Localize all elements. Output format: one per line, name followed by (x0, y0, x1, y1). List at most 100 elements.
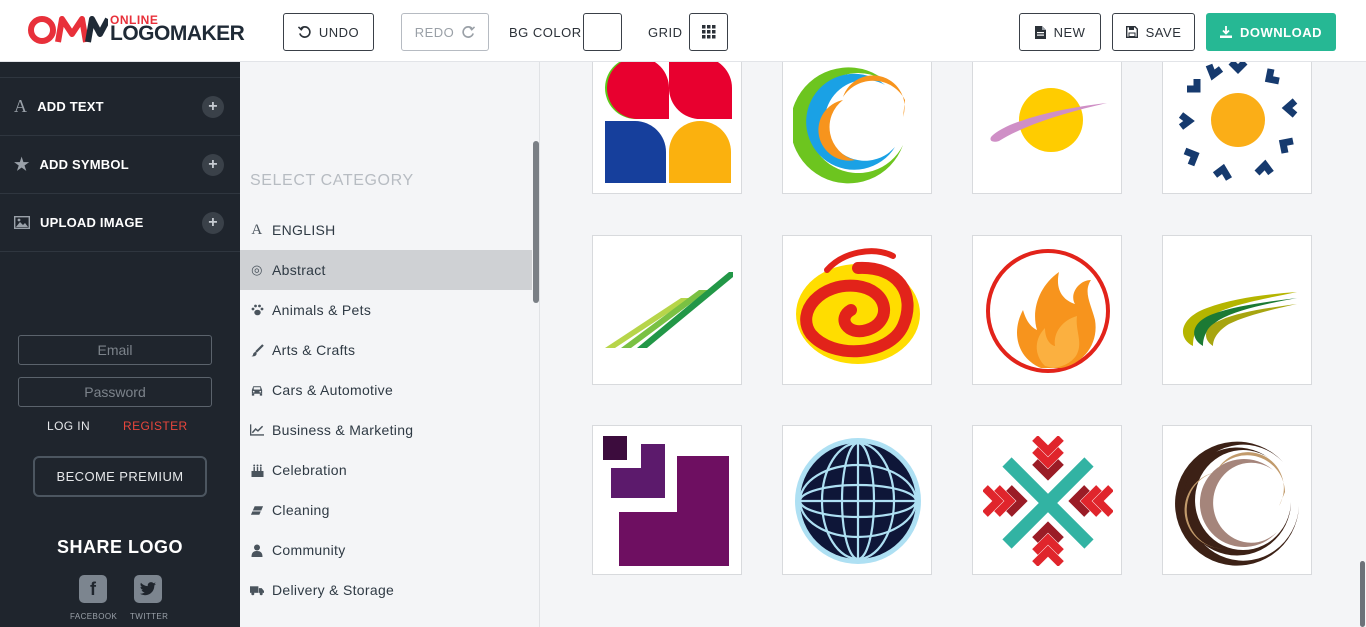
font-icon: A (14, 96, 28, 116)
target-icon: ◎ (251, 262, 263, 277)
upload-image-item[interactable]: UPLOAD IMAGE + (0, 193, 240, 251)
redo-icon (462, 25, 476, 38)
share-logo-title: SHARE LOGO (56, 537, 183, 557)
save-button[interactable]: SAVE (1112, 13, 1195, 51)
add-symbol-label: ADD SYMBOL (39, 157, 129, 172)
category-item-celebration[interactable]: Celebration (240, 450, 532, 490)
symbol-tile[interactable] (1162, 62, 1312, 194)
chevron-cross-symbol-icon (983, 436, 1113, 566)
grid-toggle-button[interactable] (689, 13, 728, 51)
add-text-label: ADD TEXT (37, 99, 104, 114)
font-icon: A (251, 221, 263, 238)
category-item-business-marketing[interactable]: Business & Marketing (240, 410, 532, 450)
file-icon (1034, 25, 1046, 39)
divider (0, 251, 240, 252)
gallery-scrollbar[interactable] (1360, 561, 1365, 627)
flame-circle-symbol-icon (986, 249, 1110, 373)
category-item-cleaning[interactable]: Cleaning (240, 490, 532, 530)
brand-logo[interactable]: ONLINE LOGOMAKER (28, 12, 245, 48)
truck-icon (250, 585, 264, 596)
grid-icon (701, 25, 715, 39)
add-text-item[interactable]: A ADD TEXT + (0, 77, 240, 135)
category-label: Arts & Crafts (272, 342, 356, 358)
symbol-tile[interactable] (1162, 235, 1312, 385)
symbol-tile[interactable] (592, 62, 742, 194)
symbol-tile[interactable] (972, 425, 1122, 575)
add-symbol-item[interactable]: ★ ADD SYMBOL + (0, 135, 240, 193)
undo-label: UNDO (318, 24, 360, 40)
download-label: DOWNLOAD (1240, 24, 1322, 40)
download-icon (1220, 26, 1232, 38)
facebook-button[interactable]: f (79, 575, 107, 603)
category-label: Business & Marketing (272, 422, 414, 438)
save-label: SAVE (1145, 24, 1182, 40)
symbol-tile[interactable] (972, 62, 1122, 194)
category-item-arts-crafts[interactable]: Arts & Crafts (240, 330, 532, 370)
category-item-abstract[interactable]: ◎ Abstract (240, 250, 532, 290)
category-scrollbar[interactable] (533, 141, 539, 303)
swoosh-lines-symbol-icon (1182, 292, 1297, 346)
download-button[interactable]: DOWNLOAD (1206, 13, 1336, 51)
category-label: Abstract (272, 262, 326, 278)
symbol-tile[interactable] (782, 62, 932, 194)
login-link[interactable]: LOG IN (47, 419, 90, 433)
category-label: Delivery & Storage (272, 582, 395, 598)
spiral-symbol-icon (796, 248, 920, 364)
redo-button[interactable]: REDO (401, 13, 489, 51)
new-label: NEW (1053, 24, 1086, 40)
symbol-tile[interactable] (1162, 425, 1312, 575)
symbol-tile[interactable] (782, 425, 932, 575)
email-field[interactable] (18, 335, 212, 365)
paw-icon (250, 304, 264, 316)
car-icon (250, 385, 264, 396)
new-button[interactable]: NEW (1019, 13, 1101, 51)
user-icon (250, 544, 264, 557)
symbol-gallery (540, 62, 1366, 627)
password-field[interactable] (18, 377, 212, 407)
left-sidebar: A ADD TEXT + ★ ADD SYMBOL + UPLOAD IMAGE… (0, 62, 240, 627)
category-item-delivery-storage[interactable]: Delivery & Storage (240, 570, 532, 610)
grid-label: GRID (648, 25, 683, 40)
star-icon: ★ (14, 154, 30, 174)
undo-icon (297, 25, 311, 38)
image-icon (14, 216, 30, 229)
category-label: Cleaning (272, 502, 330, 518)
become-premium-button[interactable]: BECOME PREMIUM (33, 456, 207, 497)
logo-mark-icon (28, 16, 108, 44)
symbol-tile[interactable] (592, 235, 742, 385)
crescent-rings-symbol-icon (793, 67, 905, 184)
stepped-squares-symbol-icon (603, 436, 729, 566)
line-chart-icon (250, 424, 264, 436)
category-panel: SELECT CATEGORY A ENGLISH ◎ Abstract Ani… (240, 62, 540, 627)
category-label: Community (272, 542, 346, 558)
category-item-animals-pets[interactable]: Animals & Pets (240, 290, 532, 330)
category-label: Animals & Pets (272, 302, 372, 318)
plus-icon[interactable]: + (202, 96, 224, 118)
undo-button[interactable]: UNDO (283, 13, 374, 51)
bg-color-swatch[interactable] (583, 13, 622, 51)
category-item-cars-automotive[interactable]: Cars & Automotive (240, 370, 532, 410)
floppy-icon (1125, 26, 1138, 38)
select-category-title: SELECT CATEGORY (250, 172, 414, 189)
symbol-tile[interactable] (972, 235, 1122, 385)
four-petal-symbol-icon (605, 62, 732, 183)
facebook-label: FACEBOOK (70, 612, 118, 621)
planet-symbol-icon (990, 88, 1107, 152)
symbol-tile[interactable] (592, 425, 742, 575)
twitter-button[interactable] (134, 575, 162, 603)
cake-icon (250, 464, 264, 477)
category-label: Celebration (272, 462, 347, 478)
category-item-english[interactable]: A ENGLISH (240, 210, 532, 250)
top-toolbar: ONLINE LOGOMAKER UNDO REDO BG COLOR GRID… (0, 0, 1366, 62)
category-label: Cars & Automotive (272, 382, 394, 398)
facebook-icon: f (90, 578, 96, 599)
plus-icon[interactable]: + (202, 154, 224, 176)
category-item-community[interactable]: Community (240, 530, 532, 570)
symbol-tile[interactable] (782, 235, 932, 385)
twitter-icon (140, 582, 156, 596)
register-link[interactable]: REGISTER (123, 419, 188, 433)
plus-icon[interactable]: + (202, 212, 224, 234)
globe-grid-symbol-icon (795, 438, 921, 564)
brush-icon (250, 343, 264, 357)
eraser-icon (250, 505, 264, 516)
